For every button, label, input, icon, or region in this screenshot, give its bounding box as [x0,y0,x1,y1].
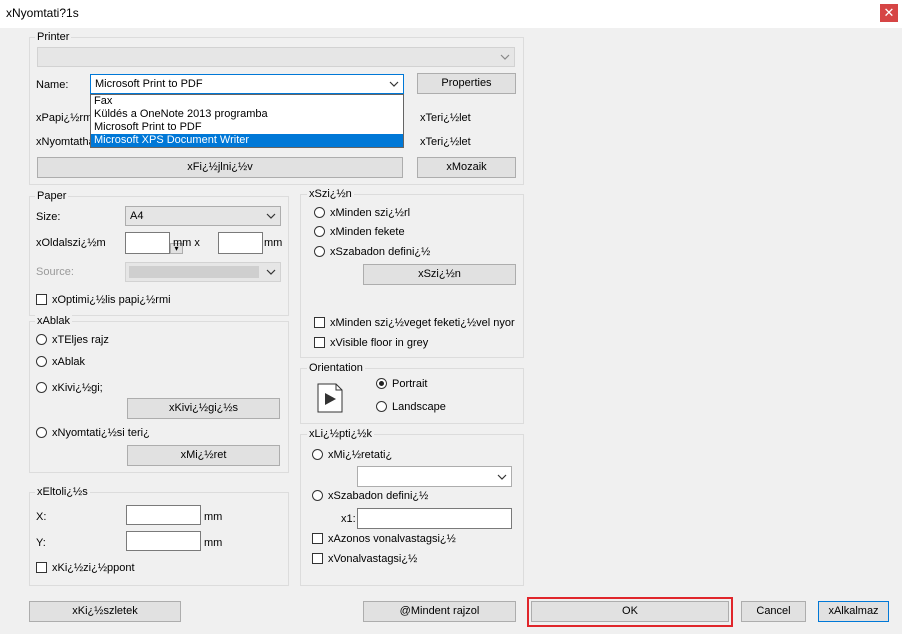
portrait-radio[interactable] [376,378,387,389]
x1-input[interactable] [357,508,512,529]
visible-floor-label: xVisible floor in grey [330,337,429,349]
offset-group-label: xEltoli¿½s [35,486,90,498]
ok-button[interactable]: OK [531,601,729,622]
window-label: xAblak [52,356,86,368]
all-black-radio[interactable] [314,226,325,237]
draw-all-button[interactable]: @Mindent rajzol [363,601,516,622]
apply-button[interactable]: xAlkalmaz [818,601,889,622]
y-input[interactable] [126,531,201,551]
same-width-label: xAzonos vonalvastagsi¿½ [328,533,456,545]
x-input[interactable] [126,505,201,525]
area-label-2: xTeri¿½let [420,136,471,148]
printer-option-fax[interactable]: Fax [91,95,403,108]
window-radio[interactable] [36,356,47,367]
portrait-label: Portrait [392,378,428,390]
line-size-combo[interactable] [357,466,512,487]
landscape-label: Landscape [392,401,446,413]
same-width-checkbox[interactable] [312,533,323,544]
chevron-down-icon [389,75,399,93]
all-text-black-checkbox[interactable] [314,317,325,328]
height-unit: mm [264,237,283,249]
area-label-1: xTeri¿½let [420,112,471,124]
details-button[interactable]: xKi¿½szletek [29,601,181,622]
color-button[interactable]: xSzi¿½n [363,264,516,285]
view-radio[interactable] [36,382,47,393]
portrait-page-icon [316,383,344,413]
source-placeholder [129,266,259,278]
print-area-radio[interactable] [36,427,47,438]
source-combo [125,262,281,282]
chevron-down-icon [266,263,276,281]
printer-group-label: Printer [35,31,72,43]
color-group-label: xSzi¿½n [307,188,354,200]
center-checkbox[interactable] [36,562,47,573]
y-label: Y: [36,537,46,549]
paper-size-label: xPapi¿½rmi [36,112,95,124]
line-size-label: xMi¿½retati¿ [328,449,393,461]
height-input[interactable] [218,232,263,254]
printer-name-combo[interactable]: Microsoft Print to PDF [90,74,404,94]
printer-option-onenote[interactable]: Küldés a OneNote 2013 programba [91,108,403,121]
print-area-label: xNyomtati¿½si teri¿ [52,427,150,439]
line-free-radio[interactable] [312,490,323,501]
all-color-label: xMinden szi¿½rl [330,207,411,219]
printable-label: xNyomtatha [36,136,95,148]
x-label: X: [36,511,47,523]
properties-button[interactable]: Properties [417,73,516,94]
color-free-label: xSzabadon defini¿½ [330,246,431,258]
cancel-button[interactable]: Cancel [741,601,806,622]
window-group-label: xAblak [35,315,73,327]
printer-option-xps[interactable]: Microsoft XPS Document Writer [91,134,403,147]
line-free-label: xSzabadon defini¿½ [328,490,429,502]
line-size-radio[interactable] [312,449,323,460]
chevron-down-icon [497,467,507,486]
chevron-down-icon [500,48,510,66]
printer-name-label: Name: [36,79,69,91]
window-title: xNyomtati?1s [6,6,79,20]
size-label: Size: [36,211,61,223]
line-width-label: xVonalvastagsi¿½ [328,553,418,565]
orientation-group-label: Orientation [307,362,365,374]
printer-top-combo [37,47,515,67]
chevron-down-icon [266,207,276,225]
size-button[interactable]: xMi¿½ret [127,445,280,466]
source-label: Source: [36,266,74,278]
optimal-paper-checkbox[interactable] [36,294,47,305]
view-label: xKivi¿½gi; [52,382,103,394]
all-text-black-label: xMinden szi¿½veget feketi¿½vel nyor [330,317,515,329]
line-width-checkbox[interactable] [312,553,323,564]
full-drawing-label: xTEljes rajz [52,334,109,346]
size-value: A4 [130,210,144,222]
printer-option-pdf[interactable]: Microsoft Print to PDF [91,121,403,134]
size-combo[interactable]: A4 [125,206,281,226]
side-label: xOldalszi¿½m [36,237,106,249]
width-unit: mm x [173,237,200,249]
x1-label: x1: [341,513,356,525]
title-bar [0,0,902,28]
width-input[interactable] [125,232,170,254]
mosaic-button[interactable]: xMozaik [417,157,516,178]
full-drawing-radio[interactable] [36,334,47,345]
center-label: xKi¿½zi¿½ppont [52,562,135,574]
landscape-radio[interactable] [376,401,387,412]
printer-name-value: Microsoft Print to PDF [95,78,203,90]
all-black-label: xMinden fekete [330,226,405,238]
all-color-radio[interactable] [314,207,325,218]
optimal-paper-label: xOptimi¿½lis papi¿½rmi [52,294,171,306]
view-button[interactable]: xKivi¿½gi¿½s [127,398,280,419]
fit-button[interactable]: xFi¿½jlni¿½v [37,157,403,178]
lines-group-label: xLi¿½pti¿½k [307,428,374,440]
printer-dropdown-list: Fax Küldés a OneNote 2013 programba Micr… [90,94,404,148]
x-unit: mm [204,511,223,523]
close-button[interactable]: ✕ [880,4,898,22]
visible-floor-checkbox[interactable] [314,337,325,348]
y-unit: mm [204,537,223,549]
paper-group-label: Paper [35,190,69,202]
color-free-radio[interactable] [314,246,325,257]
